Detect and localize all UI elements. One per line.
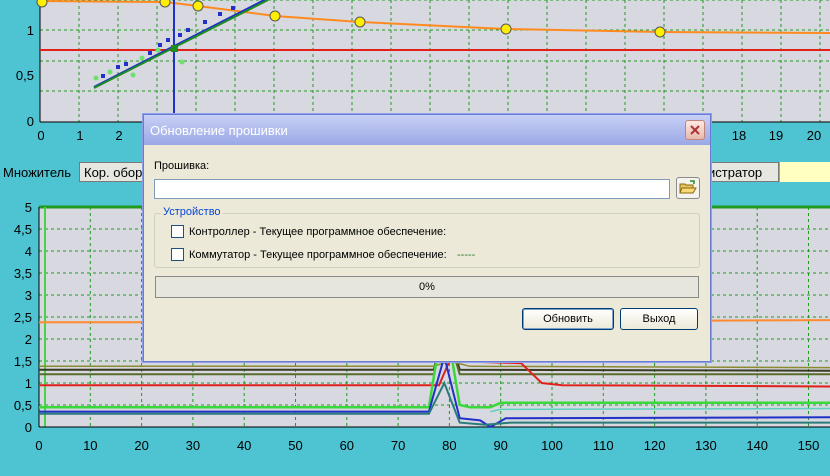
x-tick-label: 140 bbox=[746, 438, 768, 453]
update-button[interactable]: Обновить bbox=[522, 308, 614, 330]
y-tick-label: 1,5 bbox=[14, 354, 32, 369]
commutator-version: ----- bbox=[457, 249, 476, 261]
data-marker bbox=[654, 26, 666, 38]
x-tick-label: 40 bbox=[237, 438, 251, 453]
x-tick-label: 30 bbox=[186, 438, 200, 453]
x-tick-label: 110 bbox=[593, 438, 614, 453]
close-icon bbox=[690, 125, 700, 135]
application-window: 0 0,5 1 0 1 2 18 19 20 Множитель Кор. обор истра… bbox=[0, 0, 830, 476]
scatter-point bbox=[155, 47, 161, 53]
commutator-label: Коммутатор - Текущее программное обеспеч… bbox=[189, 249, 447, 261]
scatter-point bbox=[179, 59, 185, 65]
tab-strip-filler bbox=[780, 162, 830, 182]
firmware-label: Прошивка: bbox=[154, 160, 210, 172]
scatter-point bbox=[101, 74, 105, 78]
scatter-point bbox=[124, 62, 128, 66]
scatter-point bbox=[178, 33, 182, 37]
controller-label: Контроллер - Текущее программное обеспеч… bbox=[189, 226, 447, 238]
firmware-update-dialog: Обновление прошивки Прошивка: Устройство… bbox=[143, 114, 711, 362]
data-marker bbox=[354, 16, 366, 28]
scatter-point bbox=[139, 55, 145, 61]
x-tick-label: 2 bbox=[115, 128, 122, 143]
x-tick-label: 60 bbox=[340, 438, 354, 453]
selected-point bbox=[171, 45, 178, 52]
progress-text: 0% bbox=[419, 281, 435, 293]
scatter-point bbox=[231, 6, 235, 10]
device-group-title: Устройство bbox=[161, 206, 223, 218]
browse-button[interactable] bbox=[676, 177, 700, 199]
scatter-point bbox=[107, 69, 113, 75]
plot-area bbox=[40, 0, 830, 122]
y-tick-label: 4,5 bbox=[14, 222, 32, 237]
scatter-point bbox=[186, 28, 190, 32]
scatter-point bbox=[148, 51, 152, 55]
x-tick-label: 80 bbox=[442, 438, 456, 453]
y-tick-label: 2,5 bbox=[14, 310, 32, 325]
scatter-point bbox=[130, 72, 136, 78]
data-marker bbox=[500, 23, 512, 35]
dialog-title: Обновление прошивки bbox=[150, 123, 288, 138]
x-tick-label: 20 bbox=[134, 438, 148, 453]
x-tick-label: 90 bbox=[493, 438, 507, 453]
y-tick-label: 0,5 bbox=[14, 398, 32, 413]
y-tick-label: 1 bbox=[27, 23, 34, 38]
x-tick-label: 100 bbox=[541, 438, 563, 453]
y-tick-label: 4 bbox=[25, 244, 32, 259]
tab-registrar[interactable]: истратор bbox=[703, 162, 779, 182]
x-tick-label: 10 bbox=[83, 438, 97, 453]
tab-kor-obor[interactable]: Кор. обор bbox=[79, 162, 147, 182]
y-tick-label: 0,5 bbox=[16, 68, 34, 83]
open-folder-icon bbox=[679, 180, 697, 194]
x-tick-label: 0 bbox=[35, 438, 42, 453]
scatter-point bbox=[158, 43, 162, 47]
x-tick-label: 18 bbox=[732, 128, 746, 143]
y-tick-label: 0 bbox=[25, 420, 32, 435]
scatter-point bbox=[218, 12, 222, 16]
device-groupbox: Устройство Контроллер - Текущее программ… bbox=[154, 206, 700, 268]
x-tick-label: 0 bbox=[37, 128, 44, 143]
tab-multiplier[interactable]: Множитель bbox=[0, 162, 75, 182]
x-tick-label: 19 bbox=[769, 128, 783, 143]
y-tick-label: 0 bbox=[27, 114, 34, 129]
scatter-point bbox=[203, 20, 207, 24]
x-tick-label: 70 bbox=[391, 438, 405, 453]
progress-bar: 0% bbox=[155, 276, 699, 298]
y-tick-label: 2 bbox=[25, 332, 32, 347]
scatter-point bbox=[93, 75, 99, 81]
y-tick-label: 5 bbox=[25, 200, 32, 215]
commutator-checkbox[interactable] bbox=[171, 248, 184, 261]
data-marker bbox=[192, 0, 204, 12]
dialog-titlebar[interactable]: Обновление прошивки bbox=[144, 115, 710, 145]
close-button[interactable] bbox=[685, 120, 705, 140]
x-tick-label: 130 bbox=[695, 438, 717, 453]
y-tick-label: 3 bbox=[25, 288, 32, 303]
x-tick-label: 20 bbox=[807, 128, 821, 143]
firmware-path-input[interactable] bbox=[154, 179, 670, 199]
x-tick-label: 1 bbox=[76, 128, 83, 143]
data-marker bbox=[269, 10, 281, 22]
scatter-point bbox=[166, 38, 170, 42]
data-marker bbox=[36, 0, 48, 8]
x-tick-label: 150 bbox=[798, 438, 820, 453]
y-tick-label: 3,5 bbox=[14, 266, 32, 281]
x-tick-label: 50 bbox=[288, 438, 302, 453]
y-tick-label: 1 bbox=[25, 376, 32, 391]
controller-checkbox[interactable] bbox=[171, 225, 184, 238]
x-tick-label: 120 bbox=[644, 438, 666, 453]
exit-button[interactable]: Выход bbox=[620, 308, 698, 330]
scatter-point bbox=[116, 65, 120, 69]
data-marker bbox=[159, 0, 171, 8]
